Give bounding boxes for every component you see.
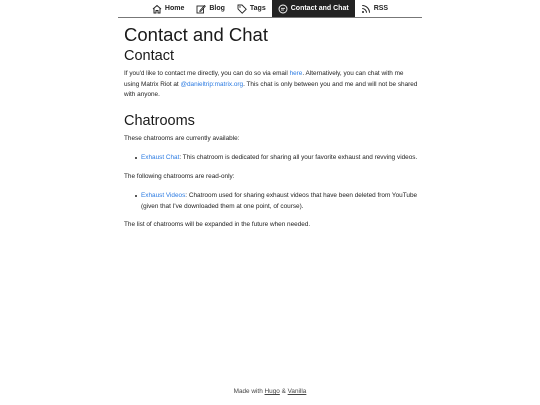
exhaust-videos-link[interactable]: Exhaust Videos bbox=[141, 192, 185, 199]
nav-contact-chat[interactable]: Contact and Chat bbox=[271, 0, 355, 17]
footer-amp: & bbox=[279, 388, 288, 395]
email-link[interactable]: here bbox=[290, 70, 303, 77]
tag-icon bbox=[237, 4, 247, 14]
readonly-chatrooms-list: Exhaust Videos: Chatroom used for sharin… bbox=[124, 191, 420, 212]
nav-tags-label: Tags bbox=[249, 5, 266, 12]
nav-rss-label: RSS bbox=[373, 5, 389, 12]
nav-home-label: Home bbox=[164, 5, 185, 12]
chatrooms-heading: Chatrooms bbox=[124, 112, 195, 129]
nav-tags[interactable]: Tags bbox=[231, 0, 272, 17]
main-content: Contact and Chat Contact If you'd like t… bbox=[124, 24, 420, 231]
rss-icon bbox=[361, 4, 371, 14]
page-title: Contact and Chat bbox=[124, 24, 268, 45]
readonly-intro: The following chatrooms are read-only: bbox=[124, 172, 235, 180]
chatrooms-intro: These chatrooms are currently available: bbox=[124, 134, 240, 142]
footer: Made with Hugo & Vanilla bbox=[0, 388, 540, 395]
exhaust-chat-link[interactable]: Exhaust Chat bbox=[141, 154, 179, 161]
home-icon bbox=[152, 4, 162, 14]
matrix-link[interactable]: @danieltrip:matrix.org bbox=[180, 81, 243, 88]
hugo-link[interactable]: Hugo bbox=[265, 388, 280, 395]
chat-icon bbox=[278, 4, 288, 14]
nav-contact-chat-label: Contact and Chat bbox=[290, 5, 349, 12]
exhaust-chat-description: : This chatroom is dedicated for sharing… bbox=[179, 154, 418, 161]
list-item: Exhaust Chat: This chatroom is dedicated… bbox=[124, 153, 420, 164]
contact-text-1: If you'd like to contact me directly, yo… bbox=[124, 70, 290, 77]
top-nav: Home Blog Tags Contact and Chat RSS bbox=[118, 0, 422, 18]
edit-icon bbox=[196, 4, 207, 14]
nav-blog[interactable]: Blog bbox=[190, 0, 231, 17]
chatrooms-outro: The list of chatrooms will be expanded i… bbox=[124, 221, 311, 228]
nav-rss[interactable]: RSS bbox=[355, 0, 394, 17]
contact-paragraph: If you'd like to contact me directly, yo… bbox=[124, 69, 420, 101]
vanilla-link[interactable]: Vanilla bbox=[288, 388, 307, 395]
nav-home[interactable]: Home bbox=[146, 0, 190, 17]
footer-prefix: Made with bbox=[233, 388, 265, 395]
available-chatrooms-list: Exhaust Chat: This chatroom is dedicated… bbox=[124, 153, 420, 164]
page: Home Blog Tags Contact and Chat RSS Cont… bbox=[0, 0, 540, 405]
contact-heading: Contact bbox=[124, 48, 174, 64]
nav-blog-label: Blog bbox=[209, 5, 225, 12]
list-item: Exhaust Videos: Chatroom used for sharin… bbox=[124, 191, 420, 212]
